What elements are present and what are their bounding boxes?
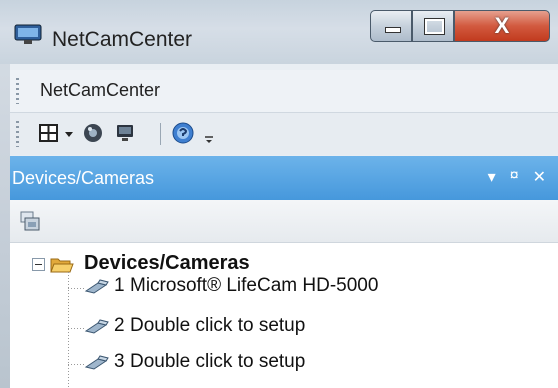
webcam-icon: [84, 355, 109, 370]
devices-panel: Devices/Cameras ▾ ¤ ✕ Devices/Cameras 1 …: [10, 156, 558, 388]
window-controls: X: [370, 10, 550, 42]
menu-item-netcamcenter[interactable]: NetCamCenter: [40, 80, 160, 101]
device-tree: Devices/Cameras 1 Microsoft® LifeCam HD-…: [10, 244, 558, 388]
camera-row-1[interactable]: 1 Microsoft® LifeCam HD-5000: [68, 272, 538, 304]
maximize-button[interactable]: [412, 10, 454, 42]
monitor-icon[interactable]: [114, 121, 136, 145]
add-device-icon[interactable]: [18, 210, 42, 232]
collapse-toggle-icon[interactable]: [32, 258, 45, 271]
tree-branch: [68, 328, 84, 329]
webcam-icon: [84, 279, 109, 294]
minimize-icon: [385, 27, 401, 33]
toolbar: [10, 112, 558, 155]
help-icon[interactable]: [170, 121, 196, 145]
camera-icon[interactable]: [80, 121, 106, 145]
close-button[interactable]: X: [454, 10, 550, 42]
title-bar[interactable]: NetCamCenter X: [0, 0, 558, 64]
camera-row-2[interactable]: 2 Double click to setup: [68, 312, 538, 344]
webcam-icon: [84, 319, 109, 334]
panel-title: Devices/Cameras: [12, 168, 155, 188]
client-area: NetCamCenter Devices/Cameras ▾ ¤ ✕ Devic…: [10, 64, 558, 388]
app-icon: [14, 24, 42, 44]
window-title: NetCamCenter: [52, 28, 193, 51]
tree-branch: [68, 364, 84, 365]
layout-grid-icon[interactable]: [38, 121, 60, 145]
panel-menu-dropdown-icon[interactable]: ▾: [488, 167, 496, 187]
close-icon: X: [494, 13, 510, 38]
maximize-icon: [424, 18, 445, 35]
panel-toolbar: [10, 200, 558, 243]
camera-label: Double click to setup: [130, 315, 306, 336]
panel-header[interactable]: Devices/Cameras ▾ ¤ ✕: [10, 156, 558, 200]
overflow-icon[interactable]: [204, 121, 214, 145]
camera-number: 2: [114, 315, 125, 336]
camera-label: Microsoft® LifeCam HD-5000: [130, 275, 379, 296]
pin-icon[interactable]: ¤: [510, 167, 519, 187]
menu-bar: NetCamCenter: [10, 70, 558, 112]
camera-number: 1: [114, 275, 125, 296]
toolbar-separator: [160, 123, 161, 145]
camera-number: 3: [114, 351, 125, 372]
menubar-grip[interactable]: [16, 78, 19, 104]
minimize-button[interactable]: [370, 10, 412, 42]
app-window: NetCamCenter X NetCamCenter Devices/Came…: [0, 0, 558, 388]
toolbar-grip[interactable]: [16, 121, 19, 147]
dropdown-arrow-icon[interactable]: [64, 121, 74, 145]
panel-controls: ▾ ¤ ✕: [488, 167, 546, 187]
tree-branch: [68, 288, 84, 289]
camera-row-3[interactable]: 3 Double click to setup: [68, 348, 538, 380]
panel-close-icon[interactable]: ✕: [533, 167, 546, 187]
camera-label: Double click to setup: [130, 351, 306, 372]
